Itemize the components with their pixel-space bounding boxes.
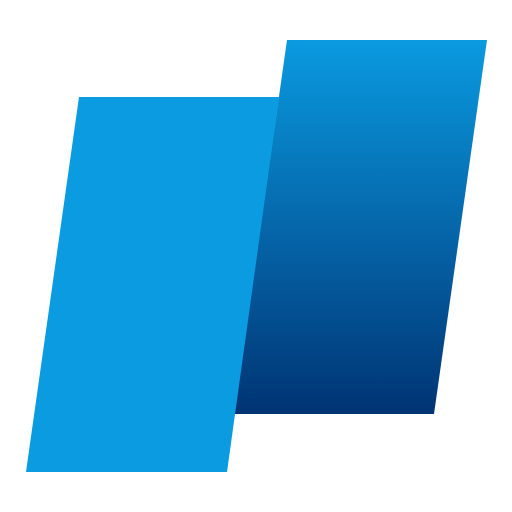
app-icon-canvas [0, 0, 512, 512]
front-parallelogram-shape [26, 97, 279, 472]
back-parallelogram-shape [234, 40, 487, 414]
two-parallelogram-logo-icon [26, 40, 487, 472]
